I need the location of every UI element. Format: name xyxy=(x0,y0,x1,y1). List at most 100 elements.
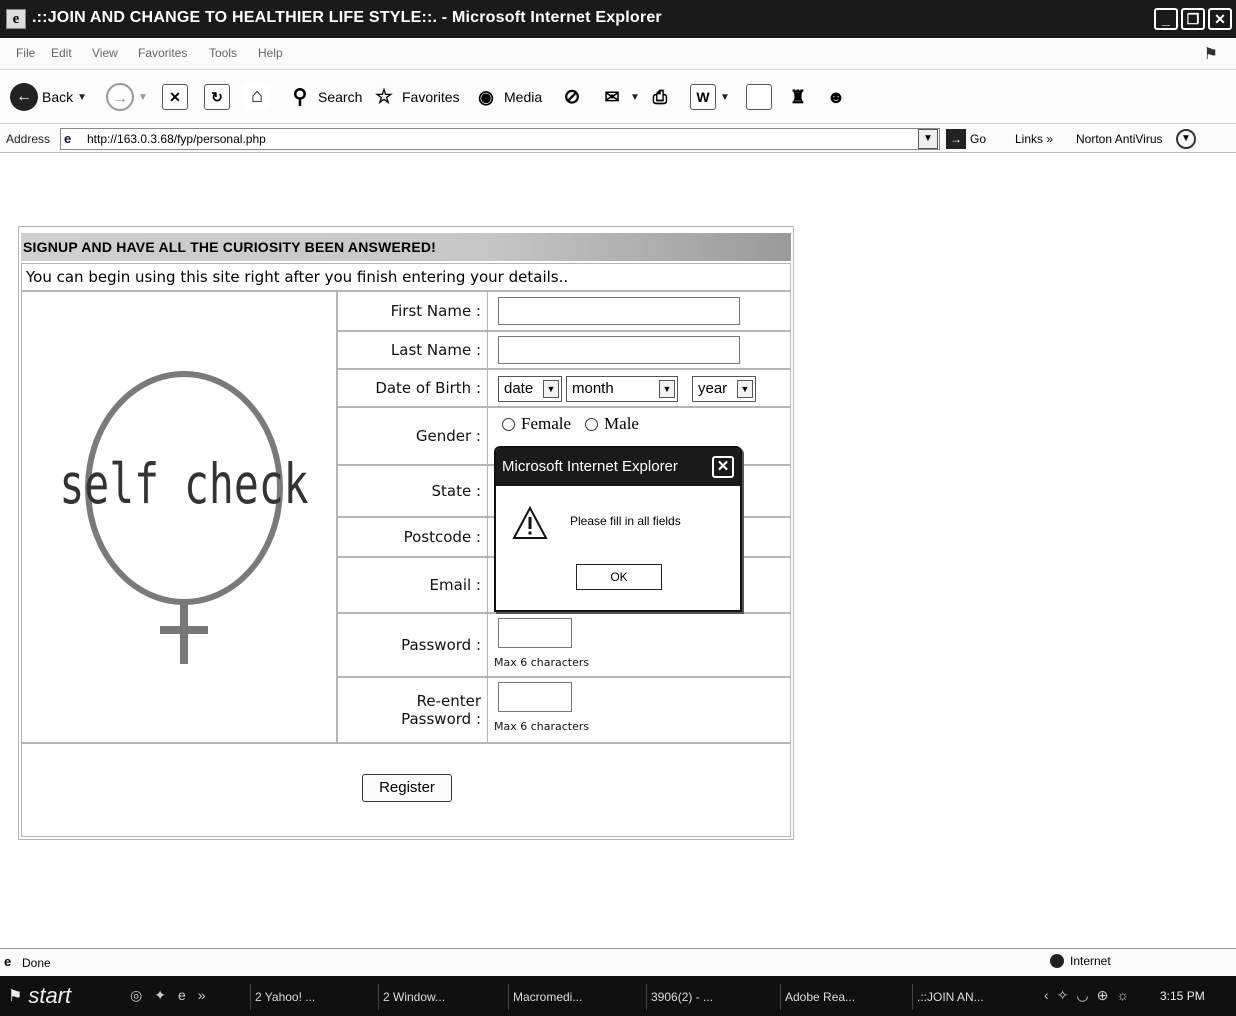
reenter-password-row: Re-enter Password : Max 6 characters xyxy=(337,677,791,743)
start-button[interactable]: ⚑ start xyxy=(8,980,71,1012)
quick-launch-more-icon[interactable]: » xyxy=(198,987,206,1004)
favorites-button[interactable]: ☆ Favorites xyxy=(370,80,460,114)
address-dropdown-icon[interactable]: ▼ xyxy=(918,129,938,149)
print-button[interactable]: ⎙ xyxy=(646,80,674,114)
dob-month-value: month xyxy=(572,380,614,397)
back-arrow-icon: ← xyxy=(10,83,38,111)
status-bar: e Done Internet xyxy=(0,948,1236,976)
reenter-label-line1: Re-enter xyxy=(416,692,481,710)
password-input[interactable] xyxy=(498,618,572,648)
dialog-ok-button[interactable]: OK xyxy=(576,564,662,590)
page-icon: e xyxy=(64,131,72,146)
first-name-input[interactable] xyxy=(498,297,740,325)
menu-view[interactable]: View xyxy=(92,46,118,60)
reenter-password-input[interactable] xyxy=(498,682,572,712)
go-button[interactable]: → Go xyxy=(946,129,986,149)
menu-file[interactable]: File xyxy=(16,46,35,60)
dialog-close-button[interactable]: ✕ xyxy=(712,456,734,478)
print-icon: ⎙ xyxy=(652,87,668,107)
home-button[interactable]: ⌂ xyxy=(244,80,270,114)
norton-icon[interactable]: ▼ xyxy=(1176,129,1196,149)
discuss-icon xyxy=(746,84,772,110)
dob-month-select[interactable]: month ▼ xyxy=(566,376,678,402)
windows-flag-icon: ⚑ xyxy=(8,988,23,1005)
menu-edit[interactable]: Edit xyxy=(51,46,72,60)
alert-dialog: Microsoft Internet Explorer ✕ Please fil… xyxy=(494,446,742,612)
menu-bar: File Edit View Favorites Tools Help ⚑ xyxy=(0,38,1236,70)
chevron-down-icon: ▼ xyxy=(138,91,148,103)
first-name-row: First Name : xyxy=(337,291,791,331)
dialog-title: Microsoft Internet Explorer xyxy=(496,448,740,486)
edit-button[interactable]: W ▼ xyxy=(690,80,730,114)
reenter-label-line2: Password : xyxy=(401,710,481,728)
menu-tools[interactable]: Tools xyxy=(209,46,237,60)
taskbar-item-macromedia[interactable]: Macromedi... xyxy=(508,984,638,1010)
system-tray: ‹ ✧ ◡ ⊕ ☼ xyxy=(1044,987,1129,1004)
zone-label: Internet xyxy=(1070,954,1111,968)
tray-update-icon[interactable]: ☼ xyxy=(1116,987,1129,1004)
discuss-button[interactable] xyxy=(746,80,772,114)
dob-date-select[interactable]: date ▼ xyxy=(498,376,562,402)
quick-launch-icon[interactable]: e xyxy=(178,987,186,1004)
dob-year-value: year xyxy=(698,380,728,397)
status-text: Done xyxy=(22,956,51,970)
self-check-logo: self check xyxy=(59,371,309,664)
stop-button[interactable]: ✕ xyxy=(162,80,188,114)
research-button[interactable]: ♜ xyxy=(784,80,812,114)
taskbar: ⚑ start ◎ ✦ e » 2 Yahoo! ... 2 Window...… xyxy=(0,976,1236,1016)
back-button[interactable]: ← Back ▼ xyxy=(10,80,87,114)
menu-help[interactable]: Help xyxy=(258,46,283,60)
home-icon: ⌂ xyxy=(244,84,270,110)
messenger-button[interactable]: ☻ xyxy=(822,80,850,114)
taskbar-item-adobe[interactable]: Adobe Rea... xyxy=(780,984,904,1010)
media-button[interactable]: ◉ Media xyxy=(472,80,542,114)
gender-male-label: Male xyxy=(604,414,639,433)
address-label: Address xyxy=(6,132,51,146)
tray-arrow-icon[interactable]: ‹ xyxy=(1044,987,1049,1004)
title-bar: e .::JOIN AND CHANGE TO HEALTHIER LIFE S… xyxy=(0,0,1236,38)
history-button[interactable]: ⊘ xyxy=(558,80,586,114)
tray-volume-icon[interactable]: ◡ xyxy=(1076,987,1088,1004)
links-button[interactable]: Links » xyxy=(1015,132,1053,146)
gender-options: Female Male xyxy=(502,414,639,434)
taskbar-item-windows[interactable]: 2 Window... xyxy=(378,984,502,1010)
last-name-input[interactable] xyxy=(498,336,740,364)
dob-date-value: date xyxy=(504,380,534,397)
address-input[interactable]: http://163.0.3.68/fyp/personal.php xyxy=(60,128,940,150)
first-name-label: First Name : xyxy=(338,292,488,330)
windows-logo-icon: ⚑ xyxy=(1203,46,1218,63)
mail-button[interactable]: ✉ ▼ xyxy=(598,80,639,114)
quick-launch-icon[interactable]: ◎ xyxy=(130,987,142,1004)
taskbar-item-yahoo[interactable]: 2 Yahoo! ... xyxy=(250,984,370,1010)
refresh-button[interactable]: ↻ xyxy=(204,80,230,114)
search-label: Search xyxy=(318,89,363,105)
history-icon: ⊘ xyxy=(563,86,581,108)
minimize-button[interactable]: _ xyxy=(1154,8,1178,30)
taskbar-clock: 3:15 PM xyxy=(1160,989,1205,1003)
close-button[interactable]: ✕ xyxy=(1208,8,1232,30)
radio-circle-icon xyxy=(502,417,515,431)
quick-launch-icon[interactable]: ✦ xyxy=(154,987,166,1004)
quick-launch: ◎ ✦ e » xyxy=(130,987,206,1004)
research-icon: ♜ xyxy=(789,87,807,107)
state-label: State : xyxy=(338,466,488,516)
password-hint: Max 6 characters xyxy=(494,656,590,669)
taskbar-item-ie[interactable]: .::JOIN AN... xyxy=(912,984,1036,1010)
maximize-button[interactable]: ❐ xyxy=(1181,8,1205,30)
norton-antivirus-button[interactable]: Norton AntiVirus xyxy=(1076,132,1163,146)
tray-network-icon[interactable]: ✧ xyxy=(1057,987,1069,1004)
self-check-logo-cell: self check xyxy=(21,291,337,743)
chevron-down-icon: ▼ xyxy=(659,380,675,398)
register-button[interactable]: Register xyxy=(362,774,452,802)
page-done-icon: e xyxy=(4,954,12,969)
forward-button[interactable]: → ▼ xyxy=(106,80,148,114)
dob-year-select[interactable]: year ▼ xyxy=(692,376,756,402)
chevron-down-icon: ▼ xyxy=(77,91,88,103)
search-button[interactable]: ⚲ Search xyxy=(286,80,363,114)
menu-favorites[interactable]: Favorites xyxy=(138,46,187,60)
tray-antivirus-icon[interactable]: ⊕ xyxy=(1097,987,1109,1004)
gender-male-radio[interactable]: Male xyxy=(585,414,639,434)
taskbar-item-document[interactable]: 3906(2) - ... xyxy=(646,984,770,1010)
gender-female-radio[interactable]: Female xyxy=(502,414,571,434)
favorites-label: Favorites xyxy=(402,89,460,105)
